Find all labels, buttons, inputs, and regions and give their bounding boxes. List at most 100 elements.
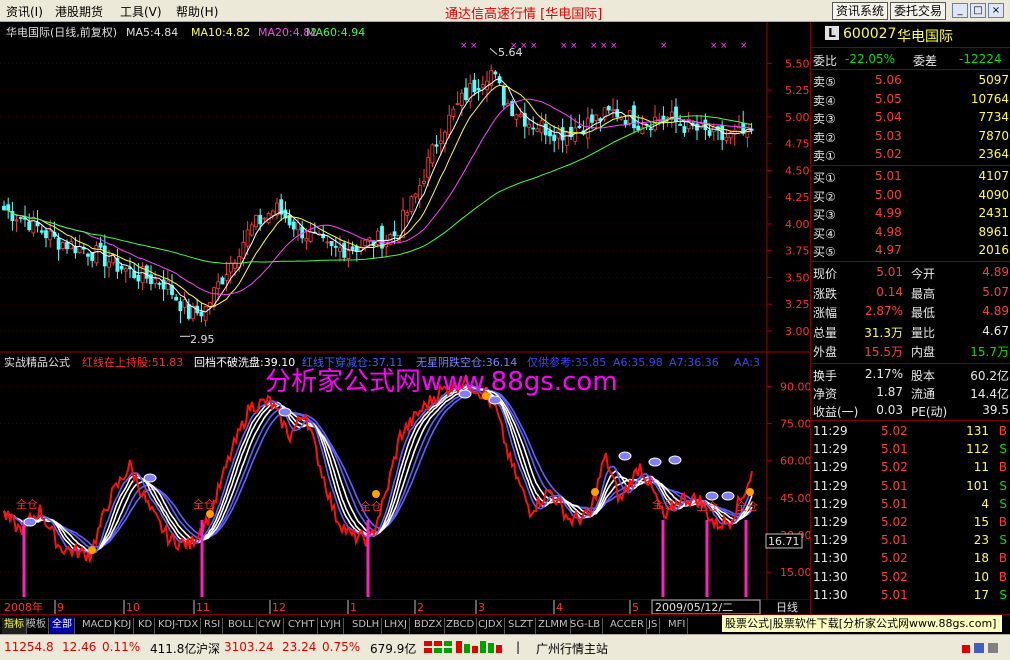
buy-level-label: 买⑤ — [813, 245, 836, 259]
tab-bdzx[interactable]: BDZX — [412, 618, 446, 634]
ad-banner[interactable]: 股票公式|股票软件下载[分析家公式网www.88gs.com] — [722, 615, 1002, 632]
stat-value: 31.3万 — [864, 325, 903, 340]
stat-label: 现价 — [813, 267, 838, 281]
candle — [165, 280, 170, 290]
candle — [724, 136, 729, 141]
weicha-label: 委差 — [913, 54, 938, 68]
tab-zbcd[interactable]: ZBCD — [444, 618, 478, 634]
tab-kdj-tdx[interactable]: KDJ-TDX — [156, 618, 202, 634]
tab-cjdx[interactable]: CJDX — [476, 618, 506, 634]
quote-row: 买② 5.00 4090 — [811, 187, 1010, 205]
candle — [380, 225, 384, 249]
stat-label: 股本 — [911, 369, 936, 383]
tick-price: 5.01 — [881, 442, 908, 457]
price-tick-label: 4.75 — [785, 138, 810, 151]
candle — [535, 128, 540, 132]
tick-price: 5.02 — [881, 460, 908, 475]
candle — [493, 71, 498, 75]
candle — [27, 221, 32, 231]
tick-volume: 101 — [966, 478, 989, 493]
tick-time: 11:29 — [813, 515, 848, 529]
chart-area[interactable]: × × × × × × × × × × × × × × 华电国际(日线,前复权) MA5:4.84 MA1… — [0, 22, 810, 614]
buy-level-label: 买① — [813, 171, 836, 185]
tab-accer[interactable]: ACCER — [608, 618, 647, 634]
news-system-button[interactable]: 资讯系统 — [832, 2, 889, 20]
tab-lhxj[interactable]: LHXJ — [382, 618, 410, 634]
candle — [648, 128, 653, 131]
status-divider: | — [516, 640, 521, 654]
app-window: 资讯(I) 港股期货 工具(V) 帮助(H) 通达信高速行情 [华电国际] 资讯… — [0, 0, 1010, 660]
candle — [94, 245, 99, 264]
trade-button[interactable]: 委托交易 — [890, 2, 947, 20]
price-tick-label: 4.00 — [785, 218, 810, 231]
candle — [48, 230, 53, 241]
candle — [459, 92, 464, 106]
candle — [136, 274, 141, 282]
candle — [31, 216, 36, 234]
tick-price: 5.01 — [881, 478, 908, 493]
weibi-label: 委比 — [813, 54, 838, 68]
candle — [501, 86, 506, 106]
close-icon[interactable]: × — [988, 3, 1004, 18]
full-position-bar — [705, 520, 709, 597]
tick-side: S — [999, 442, 1007, 457]
maximize-icon[interactable]: □ — [970, 3, 986, 18]
minimize-icon[interactable]: _ — [952, 3, 968, 18]
tick-time: 11:29 — [813, 460, 848, 475]
candle — [350, 246, 355, 250]
svg-text:×: × — [470, 41, 478, 51]
tab-kd[interactable]: KD — [136, 618, 156, 634]
runner-marker — [372, 490, 380, 498]
tab-cyht[interactable]: CYHT — [286, 618, 318, 634]
candle — [86, 253, 90, 257]
buy-volume: 8961 — [978, 224, 1009, 239]
tab-mfi[interactable]: MFI — [666, 618, 689, 634]
tab-模板[interactable]: 模板 — [24, 618, 49, 634]
menu-help[interactable]: 帮助(H) — [176, 3, 218, 20]
tab-macd[interactable]: MACD — [80, 618, 115, 634]
tab-全部[interactable]: 全部 — [50, 618, 75, 634]
tab-boll[interactable]: BOLL — [226, 618, 257, 634]
candle — [199, 311, 204, 317]
buy-price: 5.00 — [875, 187, 902, 202]
menu-info[interactable]: 资讯(I) — [6, 3, 43, 20]
sell-level-label: 卖③ — [813, 112, 836, 126]
tick-volume: 10 — [973, 569, 989, 584]
stat-value: 4.89 — [982, 265, 1009, 279]
candle — [745, 123, 750, 138]
full-position-bar — [200, 520, 204, 597]
indicator-line8: AA:3 — [734, 356, 760, 369]
status-bar: 11254.8 12.46 0.11% 411.8亿 沪深 3103.24 23… — [0, 634, 1010, 660]
period-label[interactable]: 日线 — [776, 600, 798, 614]
stat-value: 15.7万 — [970, 345, 1009, 359]
menu-tools[interactable]: 工具(V) — [120, 3, 162, 20]
quote-row: 11:29 5.02 11 B — [811, 459, 1010, 477]
tab-sg-lb[interactable]: SG-LB — [568, 618, 604, 634]
quote-row: 买④ 4.98 8961 — [811, 224, 1010, 242]
menu-hk-futures[interactable]: 港股期货 — [55, 3, 103, 20]
tab-lyjh[interactable]: LYJH — [318, 618, 344, 634]
hs-index: 3103.24 — [224, 640, 274, 654]
quote-row: 卖⑤ 5.06 5097 — [811, 72, 1010, 90]
candle — [413, 193, 418, 198]
tab-cyw[interactable]: CYW — [256, 618, 284, 634]
tick-volume: 17 — [973, 587, 989, 602]
candle — [144, 265, 149, 279]
candle — [606, 106, 611, 111]
hs-label: 沪深 — [196, 642, 221, 656]
date-month-label: 5 — [632, 601, 639, 614]
tab-rsi[interactable]: RSI — [202, 618, 224, 634]
full-position-label: 全仓 — [16, 497, 38, 511]
tab-zlmm[interactable]: ZLMM — [536, 618, 571, 634]
sell-volume: 7870 — [978, 128, 1009, 143]
stat-label: 量比 — [911, 325, 936, 340]
tab-sdlh[interactable]: SDLH — [350, 618, 383, 634]
quote-row: 净资 1.87 流通 14.4亿 — [811, 384, 1010, 402]
candle — [560, 127, 565, 141]
tab-slzt[interactable]: SLZT — [506, 618, 536, 634]
sell-level-label: 卖④ — [813, 93, 836, 108]
tab-js[interactable]: JS — [646, 618, 661, 634]
quote-row: 买③ 4.99 2431 — [811, 205, 1010, 223]
tab-kdj[interactable]: KDJ — [112, 618, 135, 634]
date-month-label: 3 — [478, 601, 485, 614]
